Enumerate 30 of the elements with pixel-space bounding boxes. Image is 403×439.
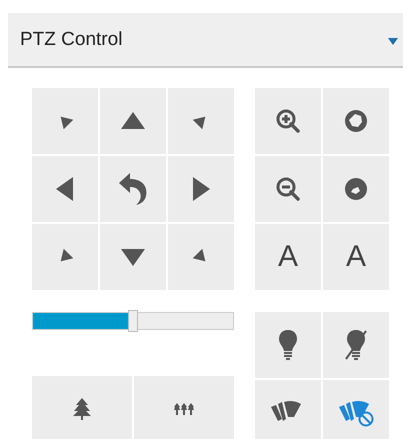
zoom-out-icon: [276, 177, 300, 201]
direction-button[interactable]: [168, 156, 234, 222]
light-button[interactable]: [255, 312, 321, 378]
iris-open-button[interactable]: [323, 88, 389, 154]
iris-close-button[interactable]: [323, 156, 389, 222]
wiper-button[interactable]: [255, 380, 321, 439]
direction-button[interactable]: [100, 88, 166, 154]
bulb-icon: [277, 329, 299, 361]
bulb-off-icon: [345, 329, 367, 361]
panel-title: PTZ Control: [20, 28, 122, 50]
auto-button[interactable]: A: [255, 224, 321, 290]
iris-open-icon: [344, 109, 368, 133]
panel-header[interactable]: PTZ Control: [8, 13, 403, 68]
zoom-in-icon: [276, 109, 300, 133]
tree-icon: [73, 398, 91, 420]
tree-button[interactable]: [32, 376, 132, 439]
trees-icon: [174, 403, 194, 415]
wiper-off-icon: [338, 399, 374, 427]
zoom-out-button[interactable]: [255, 156, 321, 222]
speed-slider[interactable]: [32, 312, 234, 330]
home-button[interactable]: [100, 156, 166, 222]
auto-button[interactable]: A: [323, 224, 389, 290]
light-off-button[interactable]: [323, 312, 389, 378]
direction-button[interactable]: [32, 156, 98, 222]
direction-button[interactable]: [100, 224, 166, 290]
zoom-in-button[interactable]: [255, 88, 321, 154]
slider-thumb[interactable]: [128, 310, 138, 332]
return-arrow-icon: [118, 172, 148, 206]
wiper-off-button[interactable]: [323, 380, 389, 439]
iris-close-icon: [344, 177, 368, 201]
